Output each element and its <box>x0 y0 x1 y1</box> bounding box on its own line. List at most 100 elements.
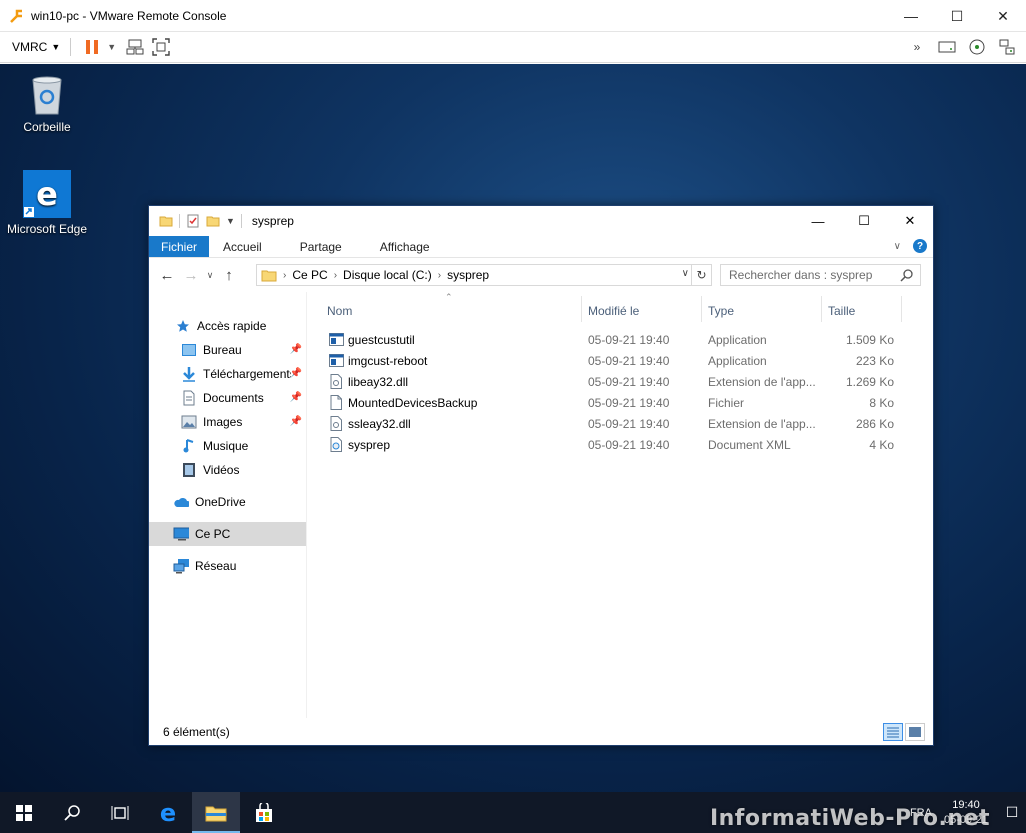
nav-item-images[interactable]: Images 📌 <box>149 410 306 434</box>
breadcrumb-sysprep[interactable]: sysprep <box>447 268 489 282</box>
cloud-icon <box>173 494 189 510</box>
nav-item-documents[interactable]: Documents 📌 <box>149 386 306 410</box>
pause-dropdown-icon[interactable]: ▼ <box>107 42 116 52</box>
desktop-icon-recycle-bin[interactable]: Corbeille <box>2 72 92 134</box>
large-icons-view-icon <box>909 727 921 737</box>
tab-affichage[interactable]: Affichage <box>356 236 444 257</box>
file-size: 4 Ko <box>869 438 894 452</box>
nav-item-reseau[interactable]: Réseau <box>149 554 306 578</box>
fullscreen-button[interactable] <box>150 36 172 58</box>
details-view-button[interactable] <box>883 723 903 741</box>
download-icon <box>181 366 197 382</box>
explorer-titlebar: ▼ sysprep — ☐ ✕ <box>149 206 933 236</box>
file-row[interactable]: sysprep 05-09-21 19:40 Document XML 4 Ko <box>308 435 908 456</box>
back-button[interactable]: ← <box>155 267 179 284</box>
pin-icon[interactable]: 📌 <box>290 416 302 427</box>
file-row[interactable]: libeay32.dll 05-09-21 19:40 Extension de… <box>308 372 908 393</box>
navigation-pane: Accès rapide Bureau 📌 Téléchargements 📌 … <box>149 292 307 718</box>
help-icon[interactable]: ? <box>913 239 927 253</box>
column-header-modified[interactable]: Modifié le <box>588 300 698 322</box>
search-box[interactable]: Rechercher dans : sysprep <box>720 264 921 286</box>
column-divider[interactable] <box>821 296 822 322</box>
column-divider[interactable] <box>581 296 582 322</box>
pause-icon <box>86 40 99 54</box>
nav-label: Téléchargements <box>203 367 291 381</box>
tab-partage[interactable]: Partage <box>276 236 356 257</box>
tab-fichier[interactable]: Fichier <box>149 236 210 257</box>
column-header-label: Type <box>708 304 735 318</box>
nav-item-onedrive[interactable]: OneDrive <box>149 490 306 514</box>
toolbar-divider <box>240 214 242 228</box>
removable-device-button[interactable] <box>936 36 958 58</box>
explorer-window-title: sysprep <box>251 214 294 228</box>
search-button[interactable] <box>48 792 96 833</box>
desktop-icon-edge[interactable]: e Microsoft Edge <box>2 170 92 236</box>
address-dropdown-icon[interactable]: ∨ <box>682 268 689 279</box>
folder-icon <box>261 270 277 282</box>
send-ctrl-alt-del-button[interactable] <box>124 36 146 58</box>
pin-icon[interactable]: 📌 <box>290 392 302 403</box>
large-icons-view-button[interactable] <box>905 723 925 741</box>
pause-button[interactable] <box>81 36 103 58</box>
forward-button[interactable]: → <box>179 267 203 284</box>
explorer-close-button[interactable]: ✕ <box>887 206 933 236</box>
notifications-icon[interactable]: ☐ <box>998 804 1026 821</box>
nav-item-bureau[interactable]: Bureau 📌 <box>149 338 306 362</box>
nav-label: Images <box>203 415 243 429</box>
pin-icon[interactable]: 📌 <box>290 344 302 355</box>
expand-toolbar-button[interactable]: » <box>906 36 928 58</box>
expand-ribbon-icon[interactable]: ∨ <box>894 241 901 252</box>
dll-file-icon <box>330 374 342 389</box>
toolbar-divider <box>179 214 180 228</box>
nav-item-acces-rapide[interactable]: Accès rapide <box>149 314 306 338</box>
dll-file-icon <box>330 416 342 431</box>
recent-locations-icon[interactable]: ∨ <box>203 270 217 281</box>
vmrc-minimize-button[interactable]: — <box>888 0 934 32</box>
column-divider[interactable] <box>701 296 702 322</box>
column-divider[interactable] <box>901 296 902 322</box>
taskbar-store-button[interactable] <box>240 792 288 833</box>
file-type: Extension de l'app... <box>708 417 816 431</box>
fullscreen-icon <box>152 38 170 56</box>
breadcrumb-ce-pc[interactable]: Ce PC <box>292 268 327 282</box>
cd-drive-button[interactable] <box>966 36 988 58</box>
nav-item-videos[interactable]: Vidéos <box>149 458 306 482</box>
properties-icon[interactable] <box>186 214 200 228</box>
breadcrumb-disque-local[interactable]: Disque local (C:) <box>343 268 432 282</box>
nav-item-ce-pc[interactable]: Ce PC <box>149 522 306 546</box>
taskbar-explorer-button[interactable] <box>192 792 240 833</box>
search-icon <box>64 804 80 821</box>
file-modified: 05-09-21 19:40 <box>588 375 670 389</box>
task-view-button[interactable] <box>96 792 144 833</box>
explorer-maximize-button[interactable]: ☐ <box>841 206 887 236</box>
file-row[interactable]: ssleay32.dll 05-09-21 19:40 Extension de… <box>308 414 908 435</box>
file-row[interactable]: guestcustutil 05-09-21 19:40 Application… <box>308 330 908 351</box>
vmrc-menu-button[interactable]: VMRC ▼ <box>12 40 60 54</box>
file-row[interactable]: MountedDevicesBackup 05-09-21 19:40 Fich… <box>308 393 908 414</box>
file-name: imgcust-reboot <box>348 354 428 368</box>
vmrc-toolbar: VMRC ▼ ▼ » <box>0 32 1026 63</box>
nav-item-telechargements[interactable]: Téléchargements 📌 <box>149 362 306 386</box>
pin-icon[interactable]: 📌 <box>290 368 302 379</box>
tab-accueil[interactable]: Accueil <box>209 236 276 257</box>
file-row[interactable]: imgcust-reboot 05-09-21 19:40 Applicatio… <box>308 351 908 372</box>
up-button[interactable]: ↑ <box>217 267 241 284</box>
network-adapter-button[interactable] <box>996 36 1018 58</box>
address-bar[interactable]: › Ce PC › Disque local (C:) › sysprep ∨ … <box>256 264 712 286</box>
customize-qa-dropdown-icon[interactable]: ▼ <box>226 216 235 226</box>
refresh-button[interactable]: ↻ <box>691 265 711 285</box>
vmrc-close-button[interactable]: ✕ <box>980 0 1026 32</box>
column-header-type[interactable]: Type <box>708 300 818 322</box>
breadcrumb-chevron-icon: › <box>333 269 338 281</box>
file-type: Application <box>708 354 767 368</box>
vmrc-maximize-button[interactable]: ☐ <box>934 0 980 32</box>
new-folder-icon[interactable] <box>206 214 220 228</box>
vmrc-menu-label: VMRC <box>12 40 48 54</box>
nav-item-musique[interactable]: Musique <box>149 434 306 458</box>
start-button[interactable] <box>0 792 48 833</box>
explorer-minimize-button[interactable]: — <box>795 206 841 236</box>
column-header-name[interactable]: Nom <box>327 300 577 322</box>
column-header-size[interactable]: Taille <box>828 300 898 322</box>
taskbar-edge-button[interactable]: e <box>144 792 192 833</box>
guest-desktop: Corbeille e Microsoft Edge ▼ sysprep — ☐ <box>0 64 1026 792</box>
